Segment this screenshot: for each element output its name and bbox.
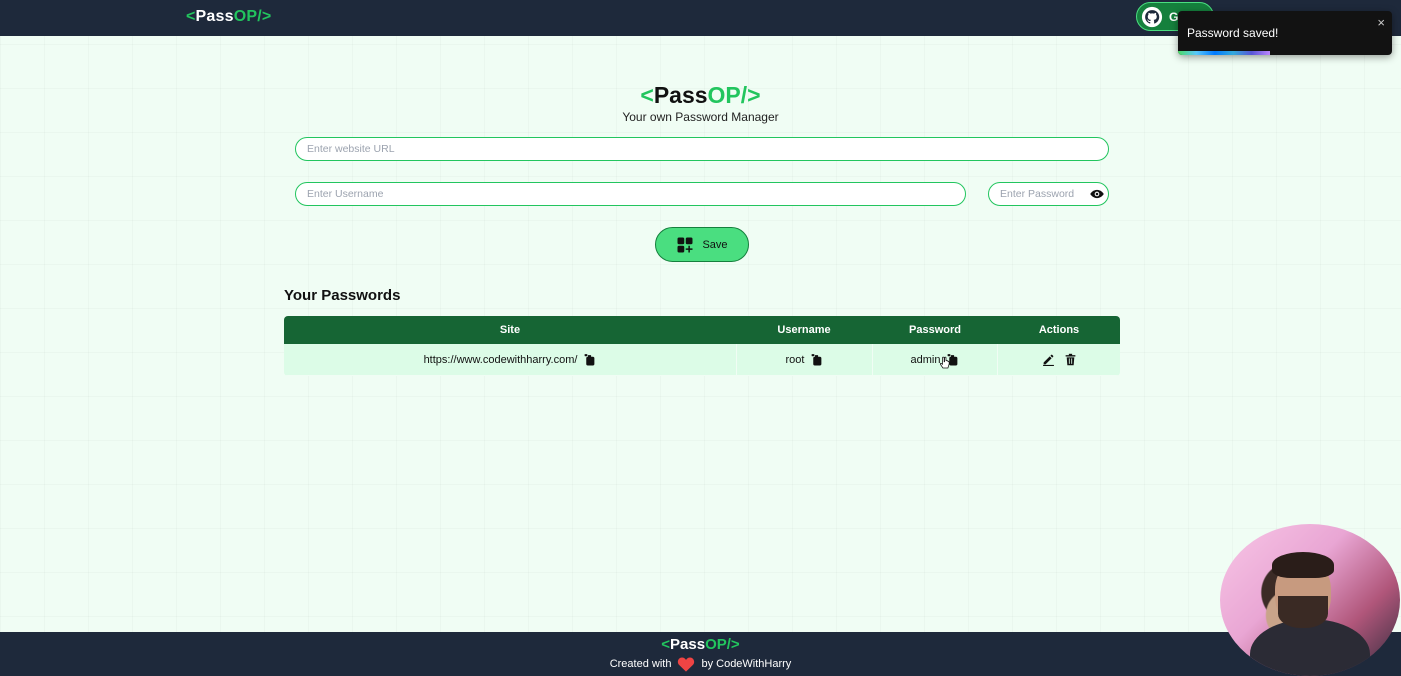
brand-op: OP/> [707,82,761,108]
save-button[interactable]: Save [655,227,749,262]
webcam-person-beard [1278,596,1328,628]
footer-logo-pass: Pass [670,636,706,653]
column-header-site: Site [499,324,521,336]
save-label: Save [702,238,728,251]
username-value: root [785,353,805,366]
created-with-text: Created with [609,658,672,670]
add-grid-icon [677,237,693,252]
actions-cell [998,344,1120,375]
toast-notification: Password saved! × [1178,11,1392,55]
webcam-overlay [1220,524,1400,676]
toast-message: Password saved! [1187,26,1279,40]
column-header-actions: Actions [1038,324,1080,336]
section-title: Your Passwords [284,287,401,304]
brand-pass: Pass [653,82,708,108]
nav-logo[interactable]: <PassOP/> [186,8,271,26]
table-row: https://www.codewithharry.com/ root admi… [284,344,1120,376]
hand-cursor-icon [940,356,950,369]
logo-bracket: < [186,8,196,25]
footer-logo-op: OP/> [705,636,740,653]
tagline: Your own Password Manager [622,110,779,124]
github-icon [1141,6,1163,27]
copy-icon[interactable] [810,353,823,366]
copy-icon[interactable] [583,353,596,366]
column-header-password: Password [909,324,961,336]
passwords-table: Site Username Password Actions https://w… [284,316,1120,376]
footer: <PassOP/> Created with by CodeWithHarry [0,632,1401,676]
username-input[interactable] [295,182,966,206]
toast-progress-bar [1178,51,1392,55]
site-link[interactable]: https://www.codewithharry.com/ [424,354,578,366]
password-cell: admin [872,344,998,375]
heart-icon [678,657,695,672]
toast-close-button[interactable]: × [1377,15,1385,30]
table-header: Site Username Password Actions [284,316,1120,344]
edit-icon[interactable] [1042,353,1055,366]
column-header-username: Username [777,324,831,336]
github-label: G [1169,9,1179,24]
by-author-text: by CodeWithHarry [701,658,792,670]
footer-credit: Created with by CodeWithHarry [0,656,1401,672]
delete-icon[interactable] [1064,353,1077,366]
logo-op: OP/> [233,8,272,25]
password-value: admin [910,353,941,366]
logo-pass: Pass [195,8,234,25]
footer-logo-bracket: < [661,636,671,653]
footer-logo: <PassOP/> [0,636,1401,653]
username-cell: root [736,344,872,375]
eye-icon[interactable] [1090,188,1104,200]
toast-progress-fill [1178,51,1271,55]
brand-bracket: < [640,82,654,108]
webcam-person-hair [1272,552,1334,578]
page-title: <PassOP/> [0,82,1401,109]
site-cell: https://www.codewithharry.com/ [284,344,736,375]
website-url-input[interactable] [295,137,1109,161]
